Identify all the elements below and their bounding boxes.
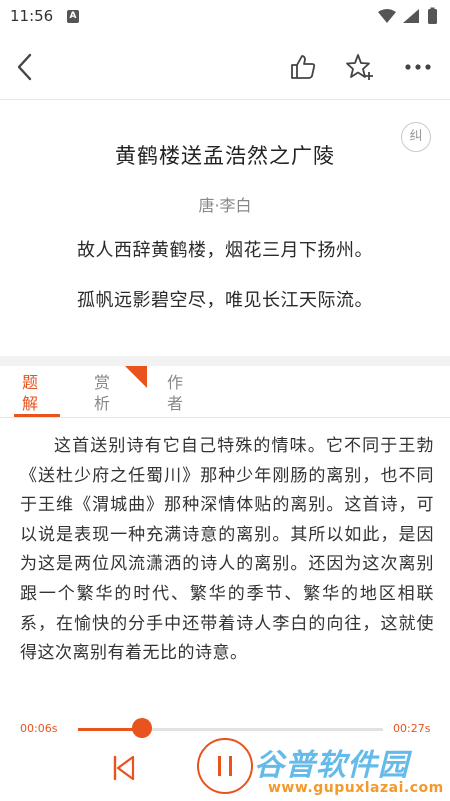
active-tab-indicator — [14, 414, 60, 417]
app-bar — [0, 34, 450, 100]
section-divider — [0, 356, 450, 366]
notification-icon: A — [67, 10, 79, 23]
pause-icon — [218, 756, 232, 776]
favorite-button[interactable] — [342, 49, 378, 85]
article-text: 这首送别诗有它自己特殊的情味。它不同于王勃《送杜少府之任蜀川》那种少年刚肠的离别… — [20, 436, 434, 664]
progress-track[interactable] — [78, 728, 383, 731]
progress-thumb[interactable] — [132, 718, 153, 738]
tab-author[interactable]: 作者 — [165, 372, 185, 414]
more-icon — [405, 64, 431, 70]
wifi-icon — [378, 9, 396, 23]
thumbs-up-icon — [291, 55, 316, 79]
more-button[interactable] — [400, 49, 436, 85]
like-button[interactable] — [285, 49, 321, 85]
pause-button[interactable] — [197, 738, 253, 794]
current-time: 00:06s — [20, 722, 58, 735]
back-icon — [17, 53, 32, 81]
poem-line: 孤帆远影碧空尽，唯见长江天际流。 — [77, 290, 373, 311]
watermark: 谷普软件园 www.gupuxlazai.com — [246, 738, 450, 801]
watermark-url: www.gupuxlazai.com — [268, 780, 444, 796]
new-badge-icon — [125, 366, 147, 388]
skip-previous-icon — [113, 755, 135, 781]
signal-icon — [403, 9, 419, 23]
previous-button[interactable] — [108, 752, 140, 784]
poem-author: 唐·李白 — [198, 196, 252, 215]
poem-card — [0, 100, 450, 356]
status-bar: 11:56 A — [0, 0, 450, 34]
total-time: 00:27s — [393, 722, 431, 735]
poem-title: 黄鹤楼送孟浩然之广陵 — [115, 144, 335, 168]
tab-bar: 题解 赏析 作者 — [0, 366, 450, 418]
poem-line: 故人西辞黄鹤楼，烟花三月下扬州。 — [77, 240, 373, 261]
back-button[interactable] — [8, 49, 44, 85]
battery-icon — [428, 9, 437, 24]
star-plus-icon — [346, 54, 373, 80]
watermark-brand: 谷普软件园 — [254, 748, 409, 783]
status-icons — [378, 7, 437, 24]
tab-explanation[interactable]: 题解 — [20, 372, 40, 414]
tab-appreciation[interactable]: 赏析 — [92, 372, 112, 414]
status-time: 11:56 — [10, 7, 54, 25]
